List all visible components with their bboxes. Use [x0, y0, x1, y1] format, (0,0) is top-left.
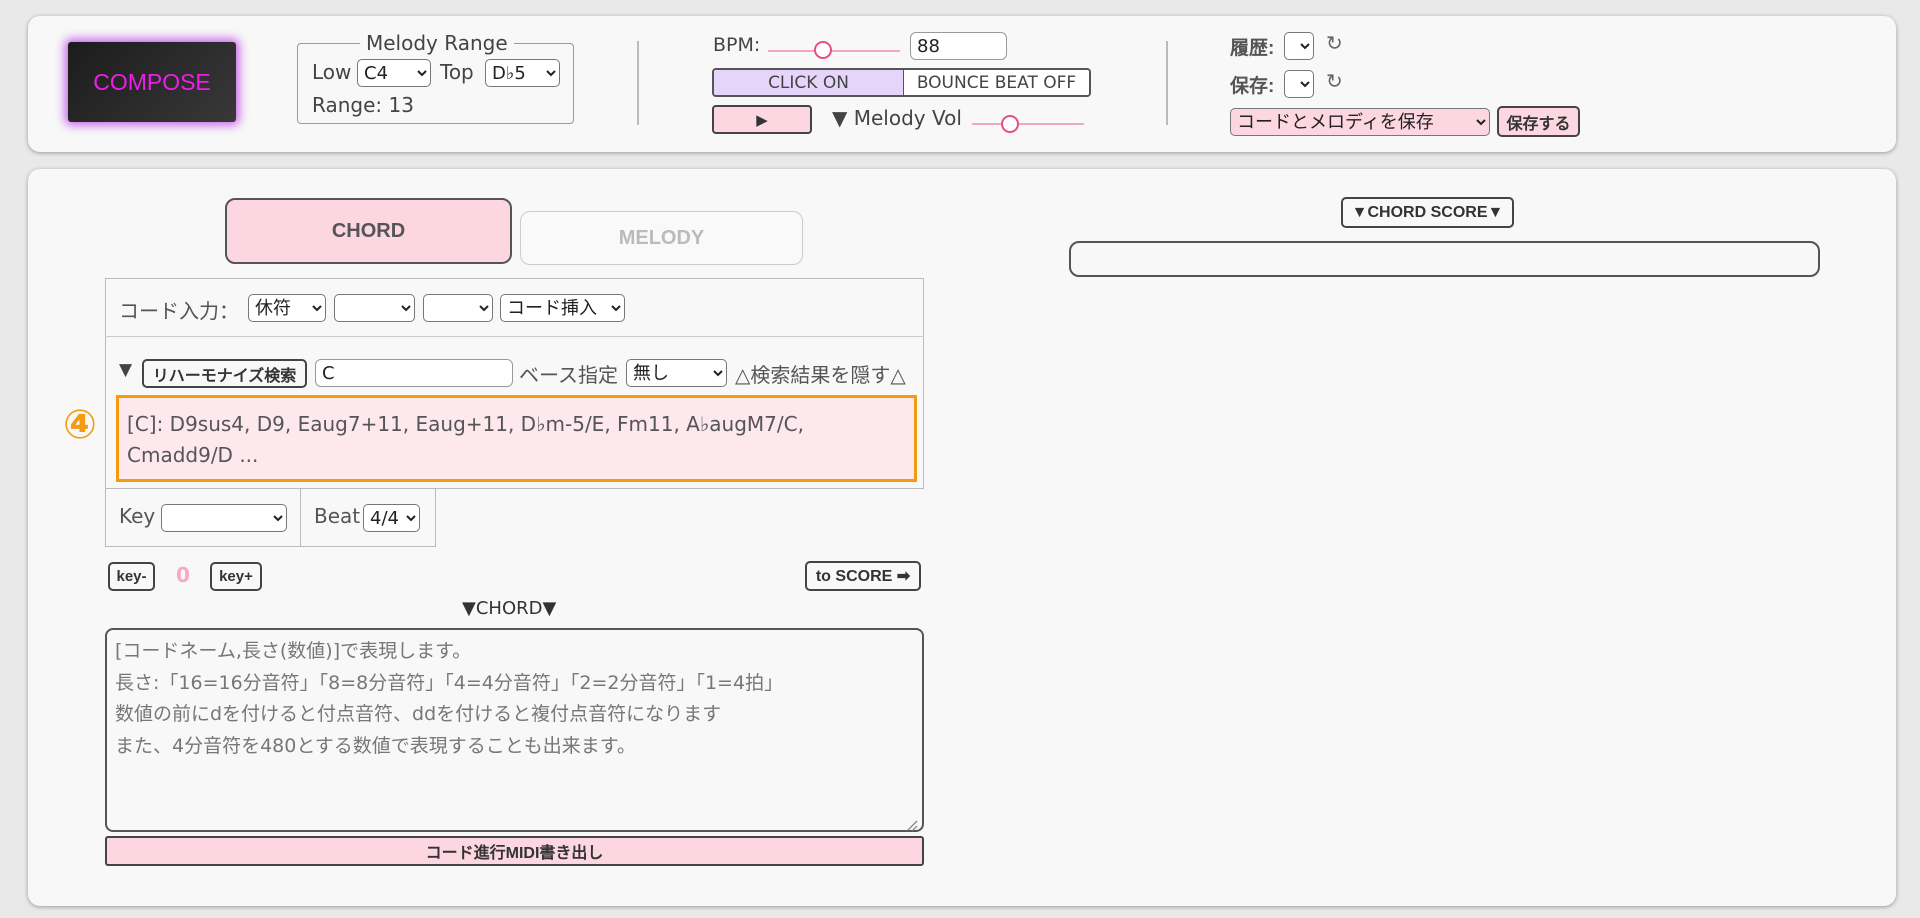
low-label: Low: [312, 60, 352, 84]
chord-length-select[interactable]: [423, 294, 493, 322]
chord-input-label: コード入力：: [119, 299, 239, 323]
play-icon: ▶: [756, 110, 768, 129]
save-refresh-icon[interactable]: ↻: [1326, 69, 1343, 93]
chord-insert-select[interactable]: コード挿入: [500, 294, 625, 322]
resize-handle-icon[interactable]: [905, 813, 918, 832]
melody-vol-slider-track[interactable]: [972, 123, 1084, 125]
placeholder-line: 数値の前にdを付けると付点音符、ddを付けると複付点音符になります: [115, 703, 722, 725]
chord-root-select[interactable]: 休符: [248, 294, 326, 322]
bpm-input[interactable]: [910, 32, 1007, 60]
bpm-label: BPM:: [713, 34, 761, 56]
divider: [300, 489, 301, 547]
result-line[interactable]: Cmadd9/D ...: [127, 440, 906, 471]
bounce-beat-button[interactable]: BOUNCE BEAT OFF: [904, 70, 1089, 95]
history-refresh-icon[interactable]: ↻: [1326, 31, 1343, 55]
reharm-chord-input[interactable]: [315, 359, 513, 387]
placeholder-line: また、4分音符を480とする数値で表現することも出来ます。: [115, 734, 636, 757]
save-button[interactable]: 保存する: [1497, 106, 1580, 137]
to-score-button[interactable]: to SCORE ➡: [805, 561, 921, 591]
chord-section-heading: ▼CHORD▼: [462, 598, 557, 619]
step-marker-4: ④: [63, 402, 97, 448]
tab-melody[interactable]: MELODY: [520, 211, 803, 265]
history-label: 履歴:: [1230, 38, 1275, 59]
beat-select[interactable]: 4/4: [363, 504, 420, 532]
chord-score-display[interactable]: [1069, 241, 1820, 277]
tab-chord[interactable]: CHORD: [225, 198, 512, 264]
divider: [637, 41, 639, 125]
divider: [1166, 41, 1168, 125]
bpm-slider-thumb[interactable]: [814, 41, 832, 59]
save-type-select[interactable]: コードとメロディを保存: [1230, 108, 1490, 136]
melody-vol-slider-thumb[interactable]: [1001, 115, 1019, 133]
chord-type-select[interactable]: [334, 294, 415, 322]
result-line[interactable]: [C]: D9sus4, D9, Eaug7+11, Eaug+11, D♭m-…: [127, 409, 906, 440]
click-bounce-toggle-group: CLICK ON BOUNCE BEAT OFF: [712, 68, 1091, 97]
key-select[interactable]: [161, 504, 287, 532]
placeholder-line: [コードネーム,長さ(数値)]で表現します。: [115, 640, 472, 662]
top-label: Top: [440, 60, 474, 84]
low-note-select[interactable]: C4: [357, 59, 431, 87]
chord-progression-textarea[interactable]: [コードネーム,長さ(数値)]で表現します。 長さ:「16=16分音符」「8=8…: [105, 628, 924, 832]
key-down-button[interactable]: key-: [108, 562, 155, 591]
bass-select[interactable]: 無し: [626, 359, 727, 387]
key-label: Key: [119, 504, 156, 528]
chord-score-toggle-button[interactable]: ▼CHORD SCORE▼: [1341, 197, 1514, 228]
reharm-collapse-toggle[interactable]: ▼: [119, 360, 132, 380]
melody-vol-label: ▼ Melody Vol: [832, 106, 962, 130]
beat-label: Beat: [314, 504, 361, 528]
save-slot-select[interactable]: [1284, 70, 1314, 98]
bass-label: ベース指定: [519, 363, 618, 387]
range-text: Range: 13: [312, 93, 414, 117]
top-note-select[interactable]: D♭5: [485, 59, 560, 87]
divider: [105, 336, 924, 337]
reharm-results: [C]: D9sus4, D9, Eaug7+11, Eaug+11, D♭m-…: [116, 395, 917, 482]
compose-button[interactable]: COMPOSE: [68, 42, 236, 122]
click-on-button[interactable]: CLICK ON: [714, 70, 904, 95]
key-up-button[interactable]: key+: [210, 562, 262, 591]
history-select[interactable]: [1284, 32, 1314, 60]
melody-range-legend: Melody Range: [360, 31, 514, 55]
save-slot-label: 保存:: [1230, 76, 1275, 97]
reharmonize-search-button[interactable]: リハーモナイズ検索: [142, 359, 307, 388]
placeholder-line: 長さ:「16=16分音符」「8=8分音符」「4=4分音符」「2=2分音符」「1=…: [115, 671, 784, 694]
transpose-value: 0: [176, 563, 190, 587]
bpm-slider-track[interactable]: [768, 50, 900, 52]
hide-results-toggle[interactable]: △検索結果を隠す△: [735, 359, 906, 388]
play-button[interactable]: ▶: [712, 105, 812, 134]
export-midi-button[interactable]: コード進行MIDI書き出し: [105, 836, 924, 866]
